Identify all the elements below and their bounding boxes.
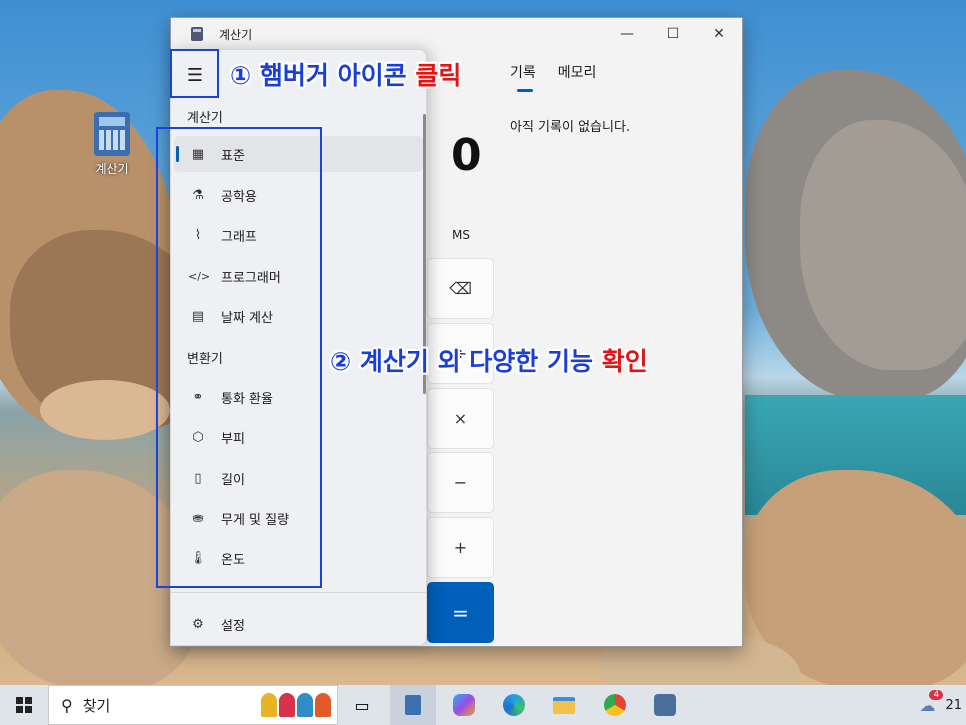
- chrome-logo: [604, 694, 626, 716]
- desktop-calculator-shortcut[interactable]: 계산기: [84, 112, 140, 177]
- gear-icon: ⚙: [192, 616, 204, 632]
- close-button[interactable]: ✕: [696, 18, 742, 50]
- taskbar-calculator-app[interactable]: [390, 685, 436, 725]
- history-empty-message: 아직 기록이 없습니다.: [510, 120, 631, 135]
- calculator-icon: [94, 112, 130, 156]
- subtract-button[interactable]: −: [427, 452, 494, 513]
- memory-store-button[interactable]: MS: [452, 228, 470, 242]
- search-highlight-icon: [261, 693, 331, 717]
- history-tabs: 기록 메모리: [510, 62, 596, 92]
- desktop-icon-label: 계산기: [95, 162, 129, 176]
- equals-button[interactable]: =: [427, 582, 494, 643]
- taskbar: ⚲ 찾기: [0, 685, 966, 725]
- search-label: 찾기: [82, 696, 111, 715]
- chrome-browser-icon[interactable]: [600, 690, 630, 720]
- calculator-app-icon: [191, 27, 203, 41]
- nav-item-settings[interactable]: ⚙ 설정: [174, 606, 423, 642]
- taskbar-search-box[interactable]: ⚲ 찾기: [48, 685, 338, 725]
- search-icon: ⚲: [61, 695, 73, 715]
- tab-memory[interactable]: 메모리: [558, 62, 597, 92]
- multiply-button[interactable]: ×: [427, 388, 494, 449]
- hamburger-highlight-box: [170, 49, 219, 98]
- nav-section-calculator: 계산기: [187, 111, 223, 126]
- minimize-button[interactable]: —: [604, 18, 650, 50]
- nav-item-label: 설정: [221, 618, 245, 634]
- annotation-step-1: ① 햄버거 아이콘 클릭: [230, 56, 461, 92]
- calculator-icon: [405, 695, 421, 715]
- annotation-step-2-number: ②: [330, 347, 352, 376]
- result-display: 0: [451, 130, 482, 181]
- windows-logo-icon: [16, 697, 32, 713]
- weather-cloud-icon[interactable]: ☁ 4: [919, 689, 944, 715]
- folder-logo: [553, 696, 575, 714]
- task-view-icon[interactable]: ▭: [347, 690, 377, 720]
- nav-highlight-box: [156, 127, 322, 588]
- annotation-step-1-number: ①: [230, 61, 252, 90]
- notification-badge: 4: [929, 689, 944, 700]
- copilot-icon[interactable]: [449, 690, 479, 720]
- start-button[interactable]: [0, 685, 48, 725]
- media-player-icon[interactable]: [650, 690, 680, 720]
- system-tray: ☁ 4 21: [919, 685, 966, 725]
- annotation-step-1-action: 클릭: [415, 61, 462, 90]
- window-title: 계산기: [219, 27, 253, 42]
- annotation-step-2-text: 계산기 외 다양한 기능: [359, 347, 594, 376]
- title-bar[interactable]: 계산기 — ☐ ✕: [171, 18, 742, 50]
- edge-logo: [503, 694, 525, 716]
- media-player-logo: [654, 694, 676, 716]
- backspace-button[interactable]: ⌫: [427, 258, 494, 319]
- file-explorer-icon[interactable]: [549, 690, 579, 720]
- annotation-step-1-text: 햄버거 아이콘: [259, 61, 407, 90]
- edge-browser-icon[interactable]: [499, 690, 529, 720]
- annotation-step-2-action: 확인: [601, 347, 648, 376]
- nav-divider: [171, 592, 426, 593]
- copilot-logo: [453, 694, 475, 716]
- clock-text[interactable]: 21: [945, 698, 962, 713]
- maximize-button[interactable]: ☐: [650, 18, 696, 50]
- add-button[interactable]: +: [427, 517, 494, 578]
- tab-history[interactable]: 기록: [510, 62, 536, 92]
- annotation-step-2: ② 계산기 외 다양한 기능 확인: [330, 342, 648, 378]
